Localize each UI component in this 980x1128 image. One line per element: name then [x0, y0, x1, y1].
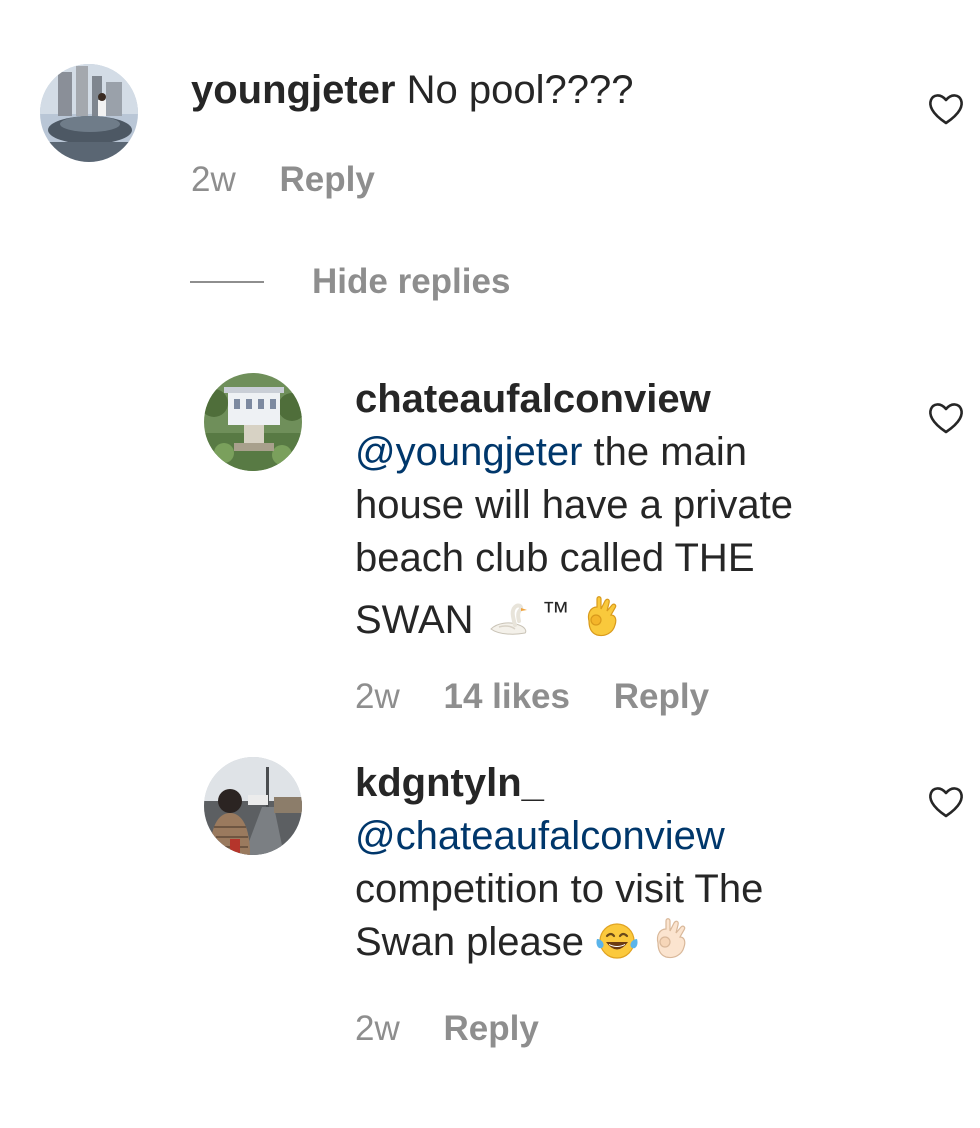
- reply-2-text-line-1: competition to visit The: [355, 867, 764, 911]
- reply-2-text-line-2: Swan please: [355, 920, 585, 964]
- reply-1-likes-link[interactable]: 14 likes: [443, 677, 570, 716]
- reply-1-mention-link[interactable]: @youngjeter: [355, 430, 582, 474]
- like-heart-icon[interactable]: [927, 92, 965, 126]
- reply-2-reply-button[interactable]: Reply: [443, 1009, 538, 1048]
- reply-2-mention-link[interactable]: @chateaufalconview: [355, 814, 725, 858]
- reply-2-like-heart-icon[interactable]: [927, 785, 965, 819]
- reply-2-meta: 2w Reply: [355, 1009, 573, 1049]
- reply-1-reply-button[interactable]: Reply: [614, 677, 709, 716]
- reply-2-text-block: kdgntyln_ @chateaufalconview competition…: [355, 757, 875, 969]
- avatar-youngjeter[interactable]: [40, 64, 138, 162]
- comment-time: 2w: [191, 160, 236, 199]
- reply-1-text-line-4: SWAN: [355, 598, 474, 642]
- comment-meta: 2w Reply: [191, 160, 409, 200]
- reply-1-like-heart-icon[interactable]: [927, 401, 965, 435]
- reply-1-meta: 2w 14 likes Reply: [355, 677, 743, 717]
- reply-1-text-block: chateaufalconview @youngjeter the main h…: [355, 373, 875, 647]
- hide-replies-label: Hide replies: [312, 262, 511, 301]
- comment-text-block: youngjeter No pool????: [191, 64, 891, 117]
- reply-1-text-line-1: the main: [593, 430, 747, 474]
- avatar-kdgntyln[interactable]: [204, 757, 302, 855]
- swan-emoji-icon: [489, 603, 527, 635]
- hide-replies-button[interactable]: Hide replies: [190, 262, 510, 302]
- ok-hand-light-emoji-icon: [657, 918, 686, 959]
- comment-text: No pool????: [406, 68, 634, 112]
- comment-reply-button[interactable]: Reply: [279, 160, 374, 199]
- trademark-symbol: ™: [541, 596, 570, 627]
- avatar-chateaufalconview[interactable]: [204, 373, 302, 471]
- tears-of-joy-emoji-icon: [596, 923, 638, 959]
- reply-2-time: 2w: [355, 1009, 400, 1048]
- reply-1-text-line-3: beach club called THE: [355, 536, 755, 580]
- reply-1-text-line-2: house will have a private: [355, 483, 794, 527]
- reply-1-username[interactable]: chateaufalconview: [355, 377, 711, 421]
- comment-username[interactable]: youngjeter: [191, 68, 395, 112]
- ok-hand-emoji-icon: [587, 596, 617, 637]
- hide-replies-divider: [190, 281, 264, 283]
- reply-2-username[interactable]: kdgntyln_: [355, 761, 544, 805]
- reply-1-time: 2w: [355, 677, 400, 716]
